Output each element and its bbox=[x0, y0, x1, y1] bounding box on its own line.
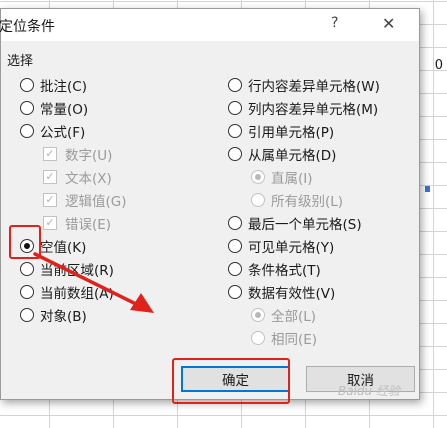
watermark: Baidu 经验 bbox=[338, 384, 400, 398]
red-arrow-icon bbox=[33, 252, 154, 313]
